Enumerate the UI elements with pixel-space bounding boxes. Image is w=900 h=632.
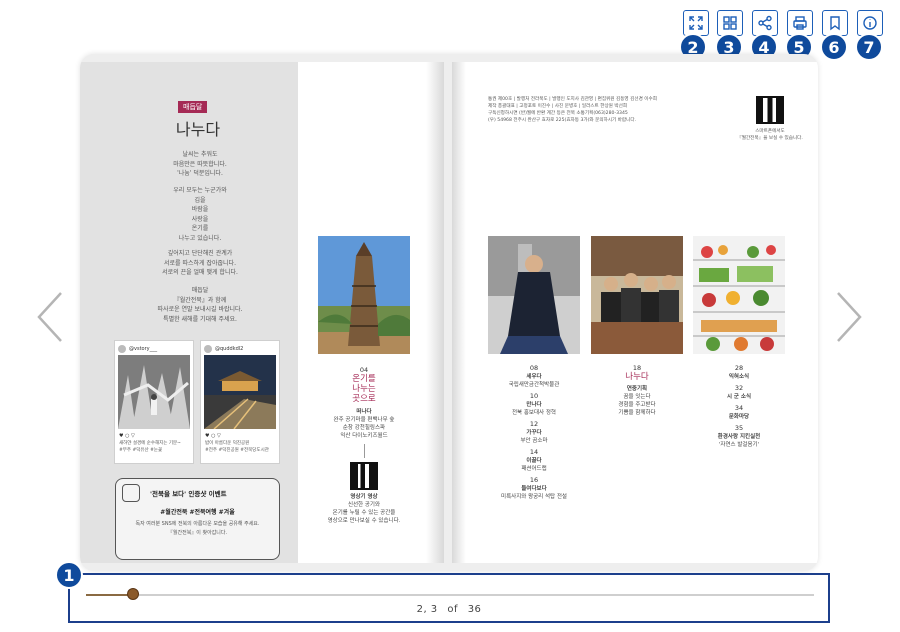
- page-slider-track[interactable]: [86, 594, 814, 596]
- qr-code: [350, 462, 378, 490]
- feature-title: 나누다: [625, 372, 649, 382]
- thumbnails-grid-icon: [723, 16, 737, 30]
- of-label: of: [447, 604, 458, 615]
- total-pages: 36: [467, 604, 482, 615]
- left-page[interactable]: 매듭달 나누다 날씨는 추워도 마음만은 따뜻합니다. '나눔' 덕분입니다. …: [80, 62, 444, 563]
- toc-item: 35 환경사랑 지킨실천 '자연스 발걸음기': [717, 424, 761, 448]
- toc-item: 10 만나다 전북 홍보대사 정혁: [512, 392, 556, 416]
- poem-stanza: 날씨는 추워도 마음만은 따뜻합니다. '나눔' 덕분입니다.: [173, 151, 227, 177]
- night-pavilion-photo: [204, 355, 276, 429]
- toc-item: 32 시 군 소식: [726, 384, 752, 400]
- avatar: [204, 344, 212, 353]
- toc-item: 16 들여다보다 미륵사지와 왕궁리 석탑 전설: [501, 476, 567, 500]
- section-label: 연중기획: [626, 386, 648, 392]
- share-icon: [758, 15, 772, 31]
- bookmark-icon: [830, 16, 840, 31]
- next-page-arrow-icon[interactable]: [834, 290, 864, 344]
- toc-item: 34 문화마당: [728, 404, 750, 420]
- event-description: 독자 여러분 SNS에 전북의 아름다운 모습을 공유해 주세요. 『월간전북』…: [135, 521, 260, 536]
- page-slider-panel: 2, 3 of 36: [68, 573, 830, 623]
- sns-post-card: @vstory___ ♥ ○ ▽ 새하얀 설경에 순수해지는 기분~ #무주 #…: [114, 340, 194, 464]
- info-icon: [863, 16, 877, 30]
- avatar: [118, 344, 126, 353]
- ambassador-portrait-photo: [488, 236, 580, 354]
- feature-description: 완주 공기마을 편백나무 숲 순창 강천힐링스파 익산 다이노키즈월드: [333, 417, 395, 439]
- post-handle: @vstory___: [129, 345, 158, 352]
- post-reactions: ♥ ○ ▽: [119, 433, 135, 439]
- month-badge: 매듭달: [178, 101, 208, 113]
- right-page[interactable]: 통권 제00호 | 발행처 전라북도 | 발행인 도지사 김관영 | 편집위원 …: [452, 62, 818, 563]
- page-gutter: [426, 62, 444, 563]
- event-hashtags: #월간전북 #전북여행 #겨울: [160, 509, 235, 516]
- qr-caption: 스마트폰에서도 『월간전북』을 보실 수 있습니다.: [737, 129, 803, 141]
- qr-code: [756, 96, 784, 124]
- page-slider-thumb[interactable]: [127, 588, 140, 600]
- toc-item: 28 익혀소식: [728, 364, 750, 380]
- fullscreen-button[interactable]: [683, 10, 709, 36]
- page-indicator: 2, 3 of 36: [70, 604, 828, 615]
- feature-title: 온기를 나누는 곳으로: [352, 374, 376, 404]
- event-box: '전북을 보다' 인증샷 이벤트 #월간전북 #전북여행 #겨울 독자 여러분 …: [115, 478, 280, 560]
- event-title: '전북을 보다' 인증샷 이벤트: [150, 490, 227, 498]
- callout-badge: 6: [820, 33, 848, 61]
- feature-description: 꿈을 잇는다 경험을 주고받다 기쁨을 함께하다: [618, 394, 656, 416]
- poem-stanza: 깊어지고 단단해진 관계가 서로를 따스하게 잡아줍니다. 서로의 끈을 얼매 …: [162, 250, 238, 276]
- toc-item: 14 이끌다 패션어드랩: [521, 448, 547, 472]
- page-title: 나누다: [175, 120, 221, 139]
- page-number: 18: [632, 364, 642, 372]
- post-reactions: ♥ ○ ▽: [205, 433, 221, 439]
- post-handle: @quddkdl2: [215, 345, 244, 352]
- divider: [363, 444, 365, 458]
- video-title: 영상기 영상: [350, 494, 378, 500]
- forest-tower-photo: [318, 236, 410, 354]
- fullscreen-icon: [689, 16, 703, 30]
- toc-column: 28 익혀소식 32 시 군 소식 34 문화마당 35 환경사랑 지킨실천 '…: [693, 364, 785, 449]
- group-photo: [591, 236, 683, 354]
- toc-item: 12 가꾸다 부안 곰소마: [520, 420, 548, 444]
- poem-stanza: 매듭달 『월간전북』과 함께 따사로운 연말 보내시길 바랍니다. 특별한 새해…: [157, 287, 243, 323]
- page-slider-progress: [86, 594, 134, 596]
- magazine-spread: 매듭달 나누다 날씨는 추워도 마음만은 따뜻합니다. '나눔' 덕분입니다. …: [80, 54, 818, 571]
- callout-badge: 1: [55, 561, 83, 589]
- print-icon: [793, 16, 807, 30]
- post-caption: 밤이 아름다운 덕진공원 #전주 #덕진공원 #전북당도시관: [205, 441, 269, 453]
- toc-item: 08 세우다 국립새만금간척박물관: [508, 364, 560, 388]
- post-caption: 새하얀 설경에 순수해지는 기분~ #무주 #덕유산 #눈꽃: [119, 441, 181, 453]
- snowy-forest-photo: [118, 355, 190, 429]
- page-number: 04: [359, 366, 369, 374]
- sns-post-card: @quddkdl2 ♥ ○ ▽ 밤이 아름다운 덕진공원 #전주 #덕진공원 #…: [200, 340, 280, 464]
- page-gutter: [452, 62, 466, 563]
- current-pages: 2, 3: [416, 604, 438, 615]
- credits-block: 통권 제00호 | 발행처 전라북도 | 발행인 도지사 김관영 | 편집위원 …: [488, 97, 657, 123]
- video-description: 신선한 공기와 온기를 누릴 수 있는 공간을 영상으로 만나보실 수 있습니다…: [327, 502, 401, 524]
- toc-column: 18 나누다 연중기획 꿈을 잇는다 경험을 주고받다 기쁨을 함께하다: [591, 364, 683, 417]
- section-label: 떠나다: [356, 409, 372, 415]
- callout-badge: 7: [855, 33, 883, 61]
- camera-icon: [122, 484, 140, 502]
- feature-block: 04 온기를 나누는 곳으로 떠나다 완주 공기마을 편백나무 숲 순창 강천힐…: [318, 366, 410, 525]
- previous-page-arrow-icon[interactable]: [35, 290, 65, 344]
- toc-column: 08 세우다 국립새만금간척박물관 10 만나다 전북 홍보대사 정혁 12 가…: [488, 364, 580, 501]
- poem-stanza: 우리 모두는 누군가와 김을 바람을 사랑을 온기를 나누고 있습니다.: [173, 187, 227, 242]
- refrigerator-vegetables-photo: [693, 236, 785, 354]
